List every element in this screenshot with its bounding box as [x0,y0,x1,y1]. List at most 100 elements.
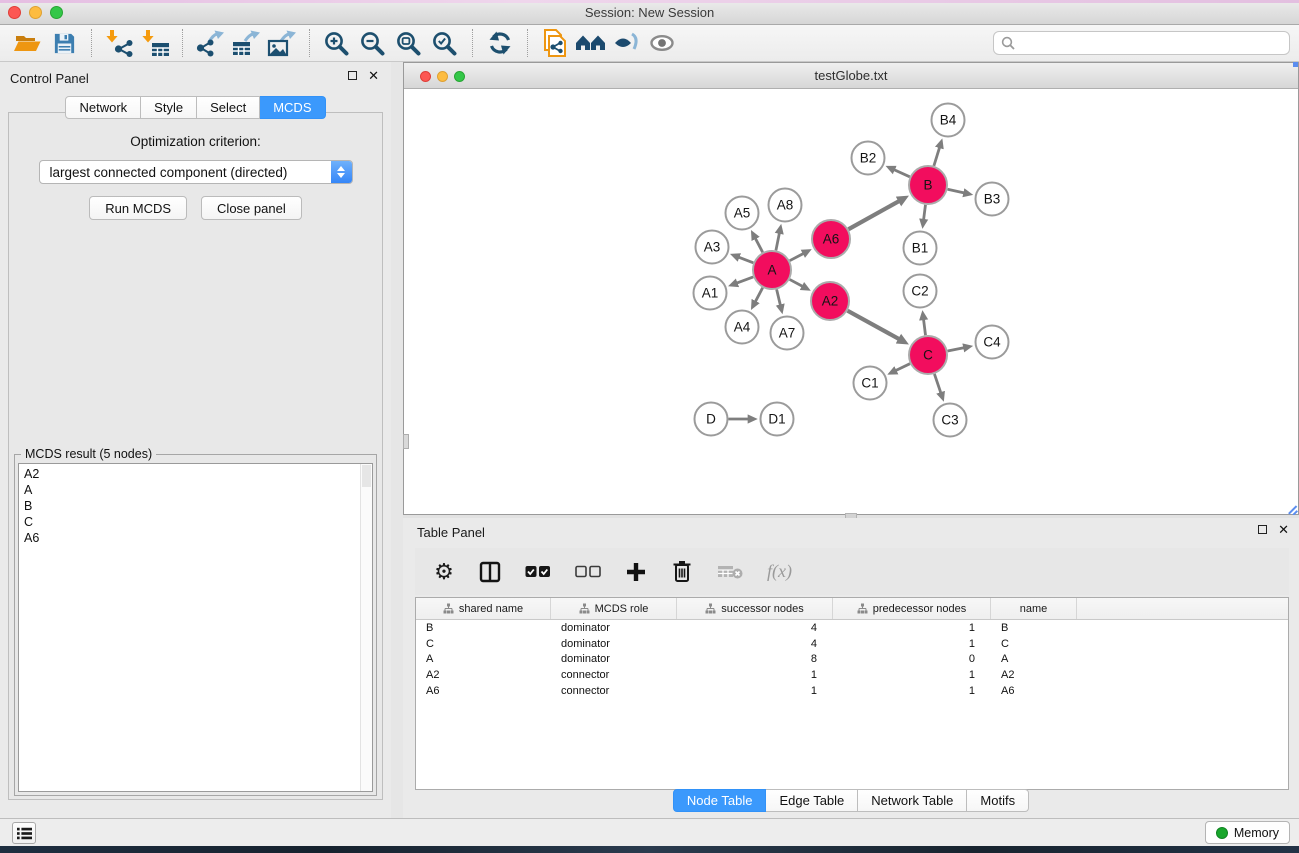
graph-node-B4[interactable]: B4 [932,104,965,137]
graph-node-A[interactable]: A [753,251,791,289]
column-view-icon[interactable] [479,557,501,587]
graph-node-A7[interactable]: A7 [771,317,804,350]
close-panel-icon[interactable]: ✕ [368,71,379,80]
show-graphics-details-icon[interactable] [609,27,645,59]
graph-edge-C-C2[interactable] [923,318,925,335]
add-column-icon[interactable] [625,557,647,587]
export-table-icon[interactable] [228,27,264,59]
graph-edge-A-A4[interactable] [755,288,763,303]
graph-node-C4[interactable]: C4 [976,326,1009,359]
graph-node-C1[interactable]: C1 [854,367,887,400]
graph-edge-B-B4[interactable] [934,146,940,166]
memory-button[interactable]: Memory [1205,821,1290,844]
refresh-icon[interactable] [482,27,518,59]
graph-edge-B-B3[interactable] [948,189,966,193]
zoom-out-icon[interactable] [355,27,391,59]
table-row[interactable]: A6connector11A6 [416,683,1288,699]
table-row[interactable]: Cdominator41C [416,636,1288,652]
graph-node-B3[interactable]: B3 [976,183,1009,216]
splitpane-collapse-handle[interactable] [403,434,409,449]
tab-select[interactable]: Select [197,96,260,119]
delete-column-icon[interactable] [671,557,693,587]
close-panel-button[interactable]: Close panel [201,196,302,220]
zoom-selected-icon[interactable] [427,27,463,59]
graph-edge-C-C3[interactable] [934,374,941,394]
open-session-icon[interactable] [10,27,46,59]
zoom-fit-icon[interactable] [391,27,427,59]
list-item[interactable]: C [24,514,372,530]
export-network-icon[interactable] [192,27,228,59]
graph-node-B[interactable]: B [909,166,947,204]
graph-node-A3[interactable]: A3 [696,231,729,264]
graph-edge-B-B2[interactable] [893,169,910,177]
graph-edge-A6-B[interactable] [848,201,900,230]
graph-node-C[interactable]: C [909,336,947,374]
graph-node-C3[interactable]: C3 [934,404,967,437]
network-canvas[interactable]: B4 B2 B B3 A8 A5 A6 A3 B1 A A1 C2 A2 A4 A7 C4 C C1 D D1 C3 [404,89,1298,514]
criterion-dropdown[interactable]: largest connected component (directed) [39,160,353,184]
duplicate-network-icon[interactable] [537,27,573,59]
graph-edge-A-A5[interactable] [755,237,763,252]
graph-node-A8[interactable]: A8 [769,189,802,222]
close-table-panel-icon[interactable]: ✕ [1278,525,1289,534]
search-input[interactable] [1020,36,1289,50]
list-icon [16,826,33,841]
graph-node-A1[interactable]: A1 [694,277,727,310]
list-item[interactable]: B [24,498,372,514]
column-header-successor-nodes[interactable]: successor nodes [677,598,833,619]
import-table-icon[interactable] [137,27,173,59]
export-image-icon[interactable] [264,27,300,59]
table-row[interactable]: Bdominator41B [416,620,1288,636]
tab-network-table[interactable]: Network Table [858,789,967,812]
graph-node-A2[interactable]: A2 [811,282,849,320]
graph-edge-A-A3[interactable] [738,257,754,263]
graph-edge-C-C4[interactable] [948,347,965,351]
window-resize-grip[interactable] [1286,502,1298,514]
graph-node-A6[interactable]: A6 [812,220,850,258]
graph-edge-B-B1[interactable] [923,205,925,221]
zoom-in-icon[interactable] [319,27,355,59]
import-network-icon[interactable] [101,27,137,59]
tab-motifs[interactable]: Motifs [967,789,1029,812]
tab-edge-table[interactable]: Edge Table [766,789,858,812]
column-header-predecessor-nodes[interactable]: predecessor nodes [833,598,991,619]
graph-edge-A-A2[interactable] [790,279,804,286]
tab-node-table[interactable]: Node Table [673,789,767,812]
column-header-MCDS-role[interactable]: MCDS role [551,598,677,619]
list-item[interactable]: A2 [24,466,372,482]
graph-edge-A-A1[interactable] [736,277,753,283]
graph-node-D[interactable]: D [695,403,728,436]
list-item[interactable]: A [24,482,372,498]
task-history-button[interactable] [12,822,36,844]
run-mcds-button[interactable]: Run MCDS [89,196,187,220]
hide-graphics-details-icon[interactable] [645,27,681,59]
graph-node-C2[interactable]: C2 [904,275,937,308]
list-item[interactable]: A6 [24,530,372,546]
graph-edge-C-C1[interactable] [895,364,910,371]
search-field[interactable] [993,31,1290,55]
home-icon[interactable] [573,27,609,59]
select-all-icon[interactable] [525,557,551,587]
table-settings-icon[interactable]: ⚙ [433,557,455,587]
deselect-all-icon[interactable] [575,557,601,587]
tab-mcds[interactable]: MCDS [260,96,325,119]
graph-edge-A-A6[interactable] [790,253,805,261]
graph-node-B2[interactable]: B2 [852,142,885,175]
graph-edge-A-A7[interactable] [777,289,781,306]
float-panel-icon[interactable] [348,71,357,80]
table-row[interactable]: Adominator80A [416,652,1288,668]
graph-node-A5[interactable]: A5 [726,197,759,230]
tab-network[interactable]: Network [65,96,141,119]
column-header-name[interactable]: name [991,598,1077,619]
save-session-icon[interactable] [46,27,82,59]
graph-node-B1[interactable]: B1 [904,232,937,265]
column-header-shared-name[interactable]: shared name [416,598,551,619]
graph-edge-A-A8[interactable] [776,232,780,250]
graph-node-A4[interactable]: A4 [726,311,759,344]
scrollbar[interactable] [360,464,372,791]
tab-style[interactable]: Style [141,96,197,119]
table-row[interactable]: A2connector11A2 [416,667,1288,683]
graph-node-D1[interactable]: D1 [761,403,794,436]
graph-edge-A2-C[interactable] [848,311,900,340]
float-table-panel-icon[interactable] [1258,525,1267,534]
